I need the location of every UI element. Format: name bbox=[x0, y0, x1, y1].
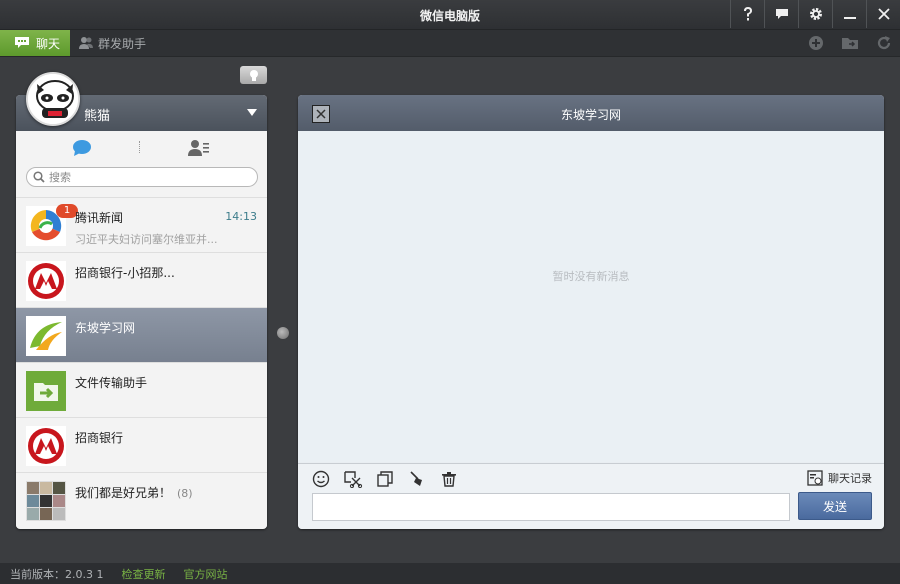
version-text: 当前版本：2.0.3 1 bbox=[10, 567, 104, 581]
tab-chat[interactable]: 聊天 bbox=[0, 30, 70, 56]
contact-preview: 习近平夫妇访问塞尔维亚并... bbox=[75, 233, 218, 246]
search-input[interactable] bbox=[49, 170, 249, 184]
refresh-button[interactable] bbox=[874, 34, 894, 52]
contacts-panel: 熊猫 1 腾讯新闻 习近平夫妇访问塞尔维亚并... 14:13 bbox=[16, 95, 267, 529]
list-item-cmb[interactable]: 招商银行 bbox=[16, 417, 267, 472]
chat-header: 东坡学习网 bbox=[298, 95, 884, 131]
list-item-tencent-news[interactable]: 1 腾讯新闻 习近平夫妇访问塞尔维亚并... 14:13 bbox=[16, 197, 267, 252]
group-avatar bbox=[26, 481, 66, 521]
group-name: 我们都是好兄弟！ bbox=[75, 486, 172, 500]
tab-mass-label: 群发助手 bbox=[98, 36, 147, 51]
check-update-link[interactable]: 检查更新 bbox=[121, 566, 165, 582]
add-contact-button[interactable] bbox=[806, 34, 826, 52]
help-button[interactable] bbox=[730, 0, 764, 28]
official-site-link[interactable]: 官方网站 bbox=[183, 566, 227, 582]
minimize-icon bbox=[843, 17, 856, 19]
copy-button[interactable] bbox=[374, 469, 396, 489]
list-item-dongpo[interactable]: 东坡学习网 bbox=[16, 307, 267, 362]
smiley-icon bbox=[312, 470, 330, 488]
empty-message-text: 暂时没有新消息 bbox=[552, 270, 630, 283]
contact-name: 招商银行-小招那... bbox=[75, 266, 175, 280]
message-area: 暂时没有新消息 bbox=[298, 131, 884, 462]
user-name: 熊猫 bbox=[84, 109, 111, 124]
feedback-button[interactable] bbox=[764, 0, 798, 28]
close-button[interactable] bbox=[866, 0, 900, 28]
screenshot-button[interactable] bbox=[342, 469, 364, 489]
folder-button[interactable] bbox=[840, 34, 860, 52]
title-bar: 微信电脑版 bbox=[0, 0, 900, 30]
emoji-button[interactable] bbox=[310, 469, 332, 489]
close-icon bbox=[877, 8, 890, 20]
view-switcher bbox=[16, 131, 267, 161]
help-icon bbox=[743, 7, 752, 21]
contact-name: 东坡学习网 bbox=[75, 321, 136, 335]
chat-bubble-icon bbox=[73, 140, 91, 156]
member-count: (8) bbox=[177, 487, 193, 500]
tab-chat-label: 聊天 bbox=[36, 36, 61, 51]
switcher-divider bbox=[139, 141, 140, 153]
contact-name: 文件传输助手 bbox=[75, 376, 148, 390]
chats-view-button[interactable] bbox=[72, 139, 92, 160]
gear-icon bbox=[809, 8, 822, 20]
plus-circle-icon bbox=[809, 36, 823, 50]
chat-title: 东坡学习网 bbox=[560, 108, 621, 122]
panel-splitter-handle[interactable] bbox=[277, 327, 289, 339]
scissors-icon bbox=[344, 471, 363, 488]
composer-tools bbox=[310, 469, 460, 489]
contacts-view-button[interactable] bbox=[188, 139, 210, 160]
settings-button[interactable] bbox=[798, 0, 832, 28]
send-button[interactable]: 发送 bbox=[798, 492, 872, 520]
avatar[interactable] bbox=[26, 72, 80, 126]
chevron-down-icon[interactable] bbox=[247, 109, 257, 116]
history-icon bbox=[807, 470, 823, 486]
list-item-file-transfer[interactable]: 文件传输助手 bbox=[16, 362, 267, 417]
status-bar: 当前版本：2.0.3 1 检查更新 官方网站 bbox=[0, 563, 900, 584]
file-transfer-avatar bbox=[26, 371, 66, 411]
message-input[interactable] bbox=[312, 493, 790, 521]
contacts-icon bbox=[79, 37, 93, 49]
chat-bubble-icon bbox=[15, 37, 29, 48]
minimize-button[interactable] bbox=[832, 0, 866, 28]
list-item-group-brothers[interactable]: 我们都是好兄弟！ (8) bbox=[16, 472, 267, 527]
contact-name: 招商银行 bbox=[75, 431, 124, 445]
contact-time: 14:13 bbox=[225, 210, 257, 223]
contact-card-icon bbox=[188, 140, 209, 156]
list-item-cmb-assistant[interactable]: 招商银行-小招那... bbox=[16, 252, 267, 307]
dongpo-logo-avatar bbox=[26, 316, 66, 356]
cmb-logo-avatar bbox=[26, 261, 66, 301]
tips-button[interactable] bbox=[240, 66, 267, 84]
contact-list: 1 腾讯新闻 习近平夫妇访问塞尔维亚并... 14:13 招商银行-小招那...… bbox=[16, 197, 267, 527]
chat-panel: 东坡学习网 暂时没有新消息 聊天记录 发送 bbox=[298, 95, 884, 529]
window-controls bbox=[730, 0, 900, 30]
clear-button[interactable] bbox=[406, 469, 428, 489]
search-icon bbox=[33, 171, 45, 183]
contact-name: 我们都是好兄弟！ (8) bbox=[75, 484, 193, 501]
speech-bubble-icon bbox=[775, 9, 788, 19]
composer: 聊天记录 发送 bbox=[298, 463, 884, 529]
broom-icon bbox=[410, 471, 422, 486]
search-box bbox=[26, 167, 258, 187]
tab-mass-message[interactable]: 群发助手 bbox=[78, 30, 146, 56]
delete-button[interactable] bbox=[438, 469, 460, 489]
folder-icon bbox=[842, 38, 858, 49]
toolbar: 聊天 群发助手 bbox=[0, 30, 900, 57]
chat-history-button[interactable]: 聊天记录 bbox=[807, 470, 872, 486]
toolbar-actions bbox=[806, 34, 894, 52]
trash-icon bbox=[442, 472, 456, 487]
cmb-logo-avatar bbox=[26, 426, 66, 466]
contact-name: 腾讯新闻 bbox=[75, 211, 124, 225]
history-label: 聊天记录 bbox=[828, 472, 872, 485]
lightbulb-icon bbox=[249, 69, 258, 81]
copy-icon bbox=[377, 471, 393, 487]
refresh-icon bbox=[877, 36, 891, 50]
